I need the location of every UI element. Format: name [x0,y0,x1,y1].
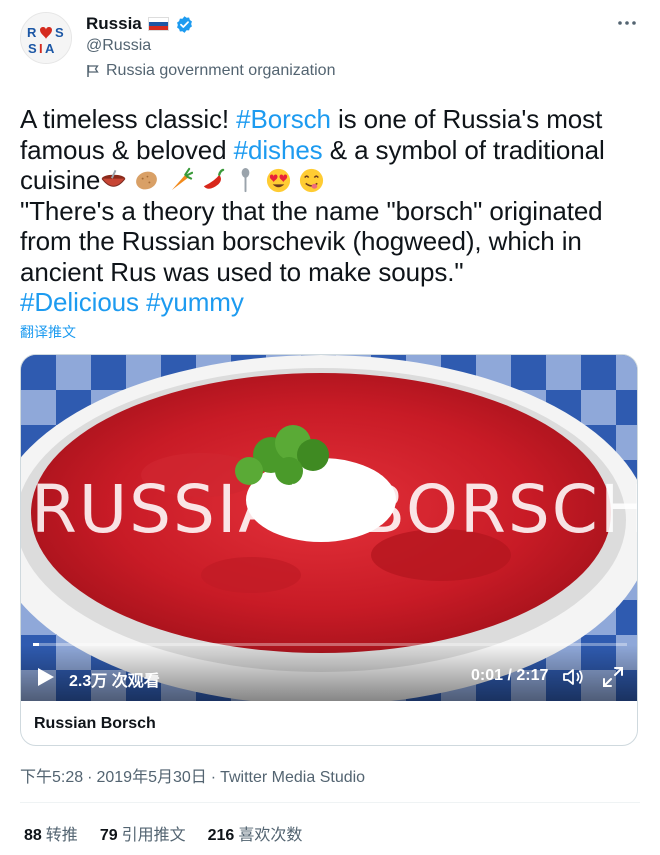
tweet-line-7: #Delicious #yummy [20,287,640,318]
tweet-line-6: ancient Rus was used to make soups." [20,256,464,287]
hot-pepper-icon [204,168,225,189]
tweet-line-5: from the Russian borschevik (hogweed), w… [20,226,582,256]
tweet-text-segment: famous & beloved [20,134,234,165]
tweet-text-segment: A timeless classic! [20,104,237,134]
video-progress-bar[interactable] [33,643,627,646]
meta-separator: · [210,769,217,786]
tweet-source[interactable]: Twitter Media Studio [220,769,365,786]
svg-text:S: S [55,25,64,40]
likes-stat[interactable]: 216 喜欢次数 [208,821,303,845]
hashtag-yummy[interactable]: #yummy [146,287,244,317]
yum-face-icon [300,168,324,193]
quote-label: 引用推文 [121,827,186,844]
like-label: 喜欢次数 [238,827,303,844]
display-name[interactable]: Russia [86,14,142,34]
svg-text:S: S [28,41,37,56]
flag-outline-icon [87,65,99,77]
potato-icon [136,171,158,190]
author-name-row: Russia [86,14,194,34]
russia-logo-icon: R S S I A [21,13,71,63]
tweet-text-segment: & a symbol of traditional [322,134,605,165]
divider [20,802,640,803]
russia-flag-icon [147,17,169,31]
tweet-line-4: "There's a theory that the name "borsch"… [20,195,603,226]
tweet-meta: 下午5:28 · 2019年5月30日 · Twitter Media Studio [20,763,365,787]
carrot-icon [172,167,194,191]
like-count: 216 [207,827,235,844]
avatar[interactable]: R S S I A [20,12,72,64]
video-progress-fill [33,643,39,646]
media-card[interactable]: RUSSIAN BORSCH 2.3万 次观看 0:01 / 2:17 Russ… [20,354,638,746]
affiliation-row: Russia government organization [86,62,335,80]
fullscreen-icon[interactable] [601,665,625,689]
svg-text:A: A [45,41,55,56]
volume-icon[interactable] [561,665,585,689]
verified-badge-icon [176,15,192,33]
media-card-title[interactable]: Russian Borsch [34,715,156,733]
tweet-date[interactable]: 2019年5月30日 [96,769,206,786]
handle[interactable]: @Russia [86,37,151,55]
tweet-line-2: famous & beloved #dishes & a symbol of t… [20,135,640,166]
tweet-card: R S S I A Russia @Russia Russia governme… [0,0,660,855]
tweet-time[interactable]: 下午5:28 [20,769,83,786]
tweet-line-1: A timeless classic! #Borsch is one of Ru… [20,104,640,135]
retweet-count: 88 [24,827,42,844]
retweets-stat[interactable]: 88 转推 [24,821,78,845]
video-time: 0:01 / 2:17 [471,667,549,684]
tweet-text: A timeless classic! #Borsch is one of Ru… [20,104,640,318]
quote-count: 79 [99,827,118,844]
meta-separator: · [87,769,93,786]
tweet-line-3: cuisine [20,165,640,196]
retweet-label: 转推 [45,827,78,844]
affiliation-label: Russia government organization [106,62,336,79]
quote-tweets-stat[interactable]: 79 引用推文 [100,821,186,845]
video-overlay-title: RUSSIAN BORSCH [31,471,638,548]
more-options-button[interactable] [612,10,642,36]
more-dots-icon [618,21,636,25]
hashtag-dishes[interactable]: #dishes [234,135,323,165]
spoon-icon [241,167,250,193]
hashtag-delicious[interactable]: #Delicious [20,287,139,317]
view-count: 2.3万 次观看 [69,673,160,690]
heart-eyes-face-icon [267,168,291,193]
translate-tweet-link[interactable]: 翻译推文 [20,322,76,342]
tweet-text-segment: cuisine [20,165,101,195]
hashtag-borsch[interactable]: #Borsch [236,104,331,134]
soup-bowl-icon [101,169,126,187]
svg-text:R: R [27,25,37,40]
tweet-text-segment: is one of Russia's most [330,104,603,134]
play-icon[interactable] [37,667,55,687]
svg-text:I: I [39,41,43,56]
tweet-stats: 88 转推 79 引用推文 216 喜欢次数 [24,821,302,845]
video-player[interactable]: RUSSIAN BORSCH 2.3万 次观看 0:01 / 2:17 [21,355,638,701]
